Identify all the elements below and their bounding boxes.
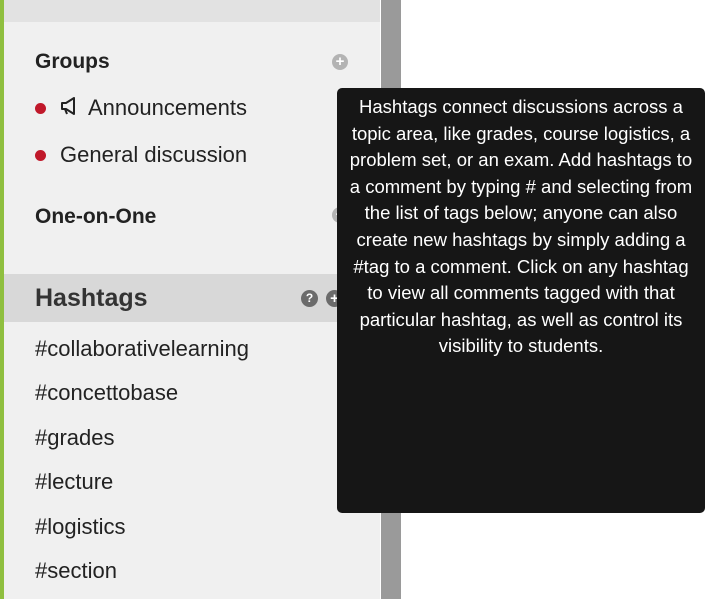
sidebar: Groups + Announcements General discussio… <box>0 0 380 599</box>
one-on-one-section-title: One-on-One <box>35 205 157 228</box>
hashtags-section-title: Hashtags <box>35 284 148 312</box>
megaphone-icon <box>60 95 80 121</box>
hashtag-item[interactable]: #collaborativelearning <box>35 336 249 362</box>
hashtag-item[interactable]: #lecture <box>35 469 113 495</box>
status-dot <box>35 149 46 161</box>
hashtag-item[interactable]: #grades <box>35 425 115 451</box>
question-circle-icon[interactable]: ? <box>301 290 318 307</box>
group-item-label: Announcements <box>88 95 247 120</box>
group-item-general-discussion[interactable]: General discussion <box>35 140 247 170</box>
group-item-announcements[interactable]: Announcements <box>35 93 247 123</box>
sidebar-top-strip <box>4 0 380 22</box>
hashtags-help-tooltip: Hashtags connect discussions across a to… <box>337 88 705 513</box>
hashtag-item[interactable]: #section <box>35 558 117 584</box>
add-group-icon[interactable]: + <box>332 54 348 70</box>
hashtags-section-header: Hashtags ? + <box>4 274 380 322</box>
groups-section-title: Groups <box>35 50 110 73</box>
hashtag-item[interactable]: #logistics <box>35 514 125 540</box>
hashtag-item[interactable]: #concettobase <box>35 380 178 406</box>
status-dot <box>35 102 46 114</box>
screen: Groups + Announcements General discussio… <box>0 0 705 599</box>
group-item-label: General discussion <box>60 142 248 167</box>
